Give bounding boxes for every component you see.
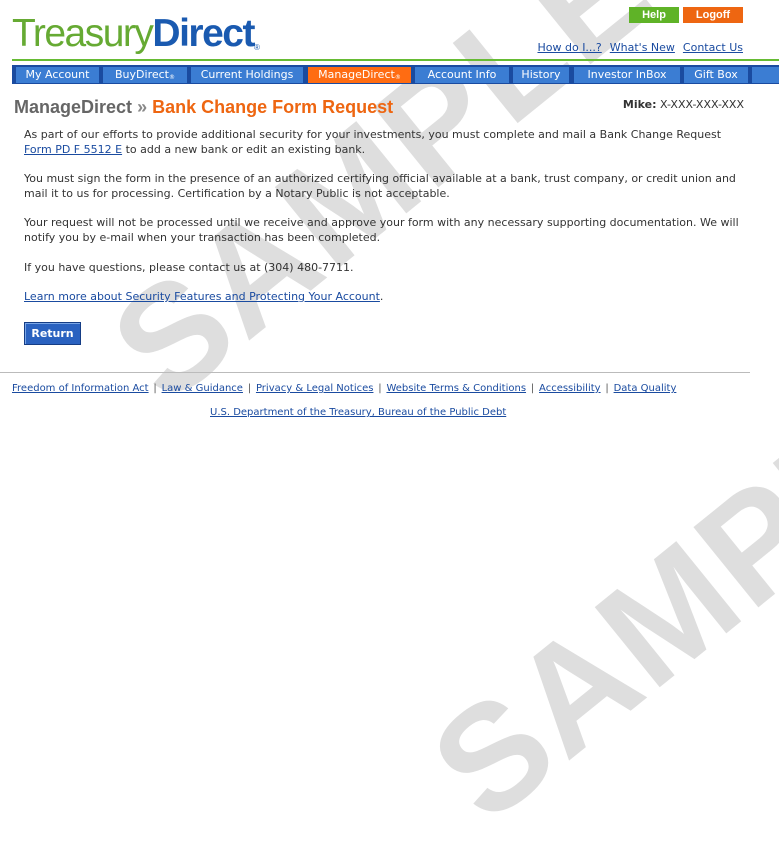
tab-history[interactable]: History xyxy=(513,67,569,83)
logoff-button[interactable]: Logoff xyxy=(683,7,743,23)
paragraph-processing: Your request will not be processed until… xyxy=(24,216,739,244)
paragraph-contact: If you have questions, please contact us… xyxy=(24,261,354,274)
whats-new-link[interactable]: What's New xyxy=(610,41,675,54)
footer-foia-link[interactable]: Freedom of Information Act xyxy=(12,383,149,394)
paragraph-signing: You must sign the form in the presence o… xyxy=(24,172,736,200)
page-title: ManageDirect » Bank Change Form Request xyxy=(14,97,393,118)
logo-part-direct: Direct xyxy=(152,12,255,55)
footer-agency: U.S. Department of the Treasury, Bureau … xyxy=(210,407,506,418)
tab-my-account[interactable]: My Account xyxy=(16,67,99,83)
section-name: ManageDirect xyxy=(14,97,133,117)
paragraph-form-intro: As part of our efforts to provide additi… xyxy=(24,128,722,156)
tab-current-holdings[interactable]: Current Holdings xyxy=(191,67,303,83)
header-links: How do I...? What's New Contact Us xyxy=(537,41,743,54)
title-separator: » xyxy=(137,97,148,117)
contact-us-link[interactable]: Contact Us xyxy=(683,41,743,54)
logo-registered-mark: ® xyxy=(253,43,260,52)
tab-buydirect[interactable]: BuyDirect® xyxy=(103,67,187,83)
account-number: X-XXX-XXX-XXX xyxy=(660,98,744,111)
tab-investor-inbox[interactable]: Investor InBox xyxy=(574,67,680,83)
help-button[interactable]: Help xyxy=(629,7,679,23)
logo-part-treasury: Treasury xyxy=(12,12,154,55)
header-divider xyxy=(12,59,779,61)
form-title: Bank Change Form Request xyxy=(152,97,394,117)
account-name: Mike: xyxy=(622,98,657,111)
footer-links: Freedom of Information Act | Law & Guidanc… xyxy=(12,383,677,394)
treasurydirect-logo[interactable]: TreasuryDirect® xyxy=(12,12,260,56)
footer-divider xyxy=(0,372,750,373)
security-features-link[interactable]: Learn more about Security Features and P… xyxy=(24,290,380,303)
sample-watermark-lower: SAMPLE xyxy=(401,320,779,853)
tab-managedirect[interactable]: ManageDirect® xyxy=(308,67,411,83)
how-do-i-link[interactable]: How do I...? xyxy=(537,41,601,54)
paragraph-learn-more: Learn more about Security Features and P… xyxy=(24,290,384,303)
main-nav: My Account BuyDirect® Current Holdings M… xyxy=(0,65,779,84)
form-pd-f-5512-e-link[interactable]: Form PD F 5512 E xyxy=(24,143,122,156)
tab-overflow xyxy=(752,67,779,83)
return-button[interactable]: Return xyxy=(24,322,81,345)
footer-privacy-link[interactable]: Privacy & Legal Notices xyxy=(256,383,374,394)
footer-data-quality-link[interactable]: Data Quality xyxy=(614,383,677,394)
footer-agency-link[interactable]: U.S. Department of the Treasury, Bureau … xyxy=(210,407,506,418)
account-id: Mike: X-XXX-XXX-XXX xyxy=(623,98,744,111)
footer-law-guidance-link[interactable]: Law & Guidance xyxy=(162,383,243,394)
footer-accessibility-link[interactable]: Accessibility xyxy=(539,383,601,394)
tab-gift-box[interactable]: Gift Box xyxy=(684,67,748,83)
tab-account-info[interactable]: Account Info xyxy=(415,67,509,83)
footer-terms-link[interactable]: Website Terms & Conditions xyxy=(386,383,526,394)
